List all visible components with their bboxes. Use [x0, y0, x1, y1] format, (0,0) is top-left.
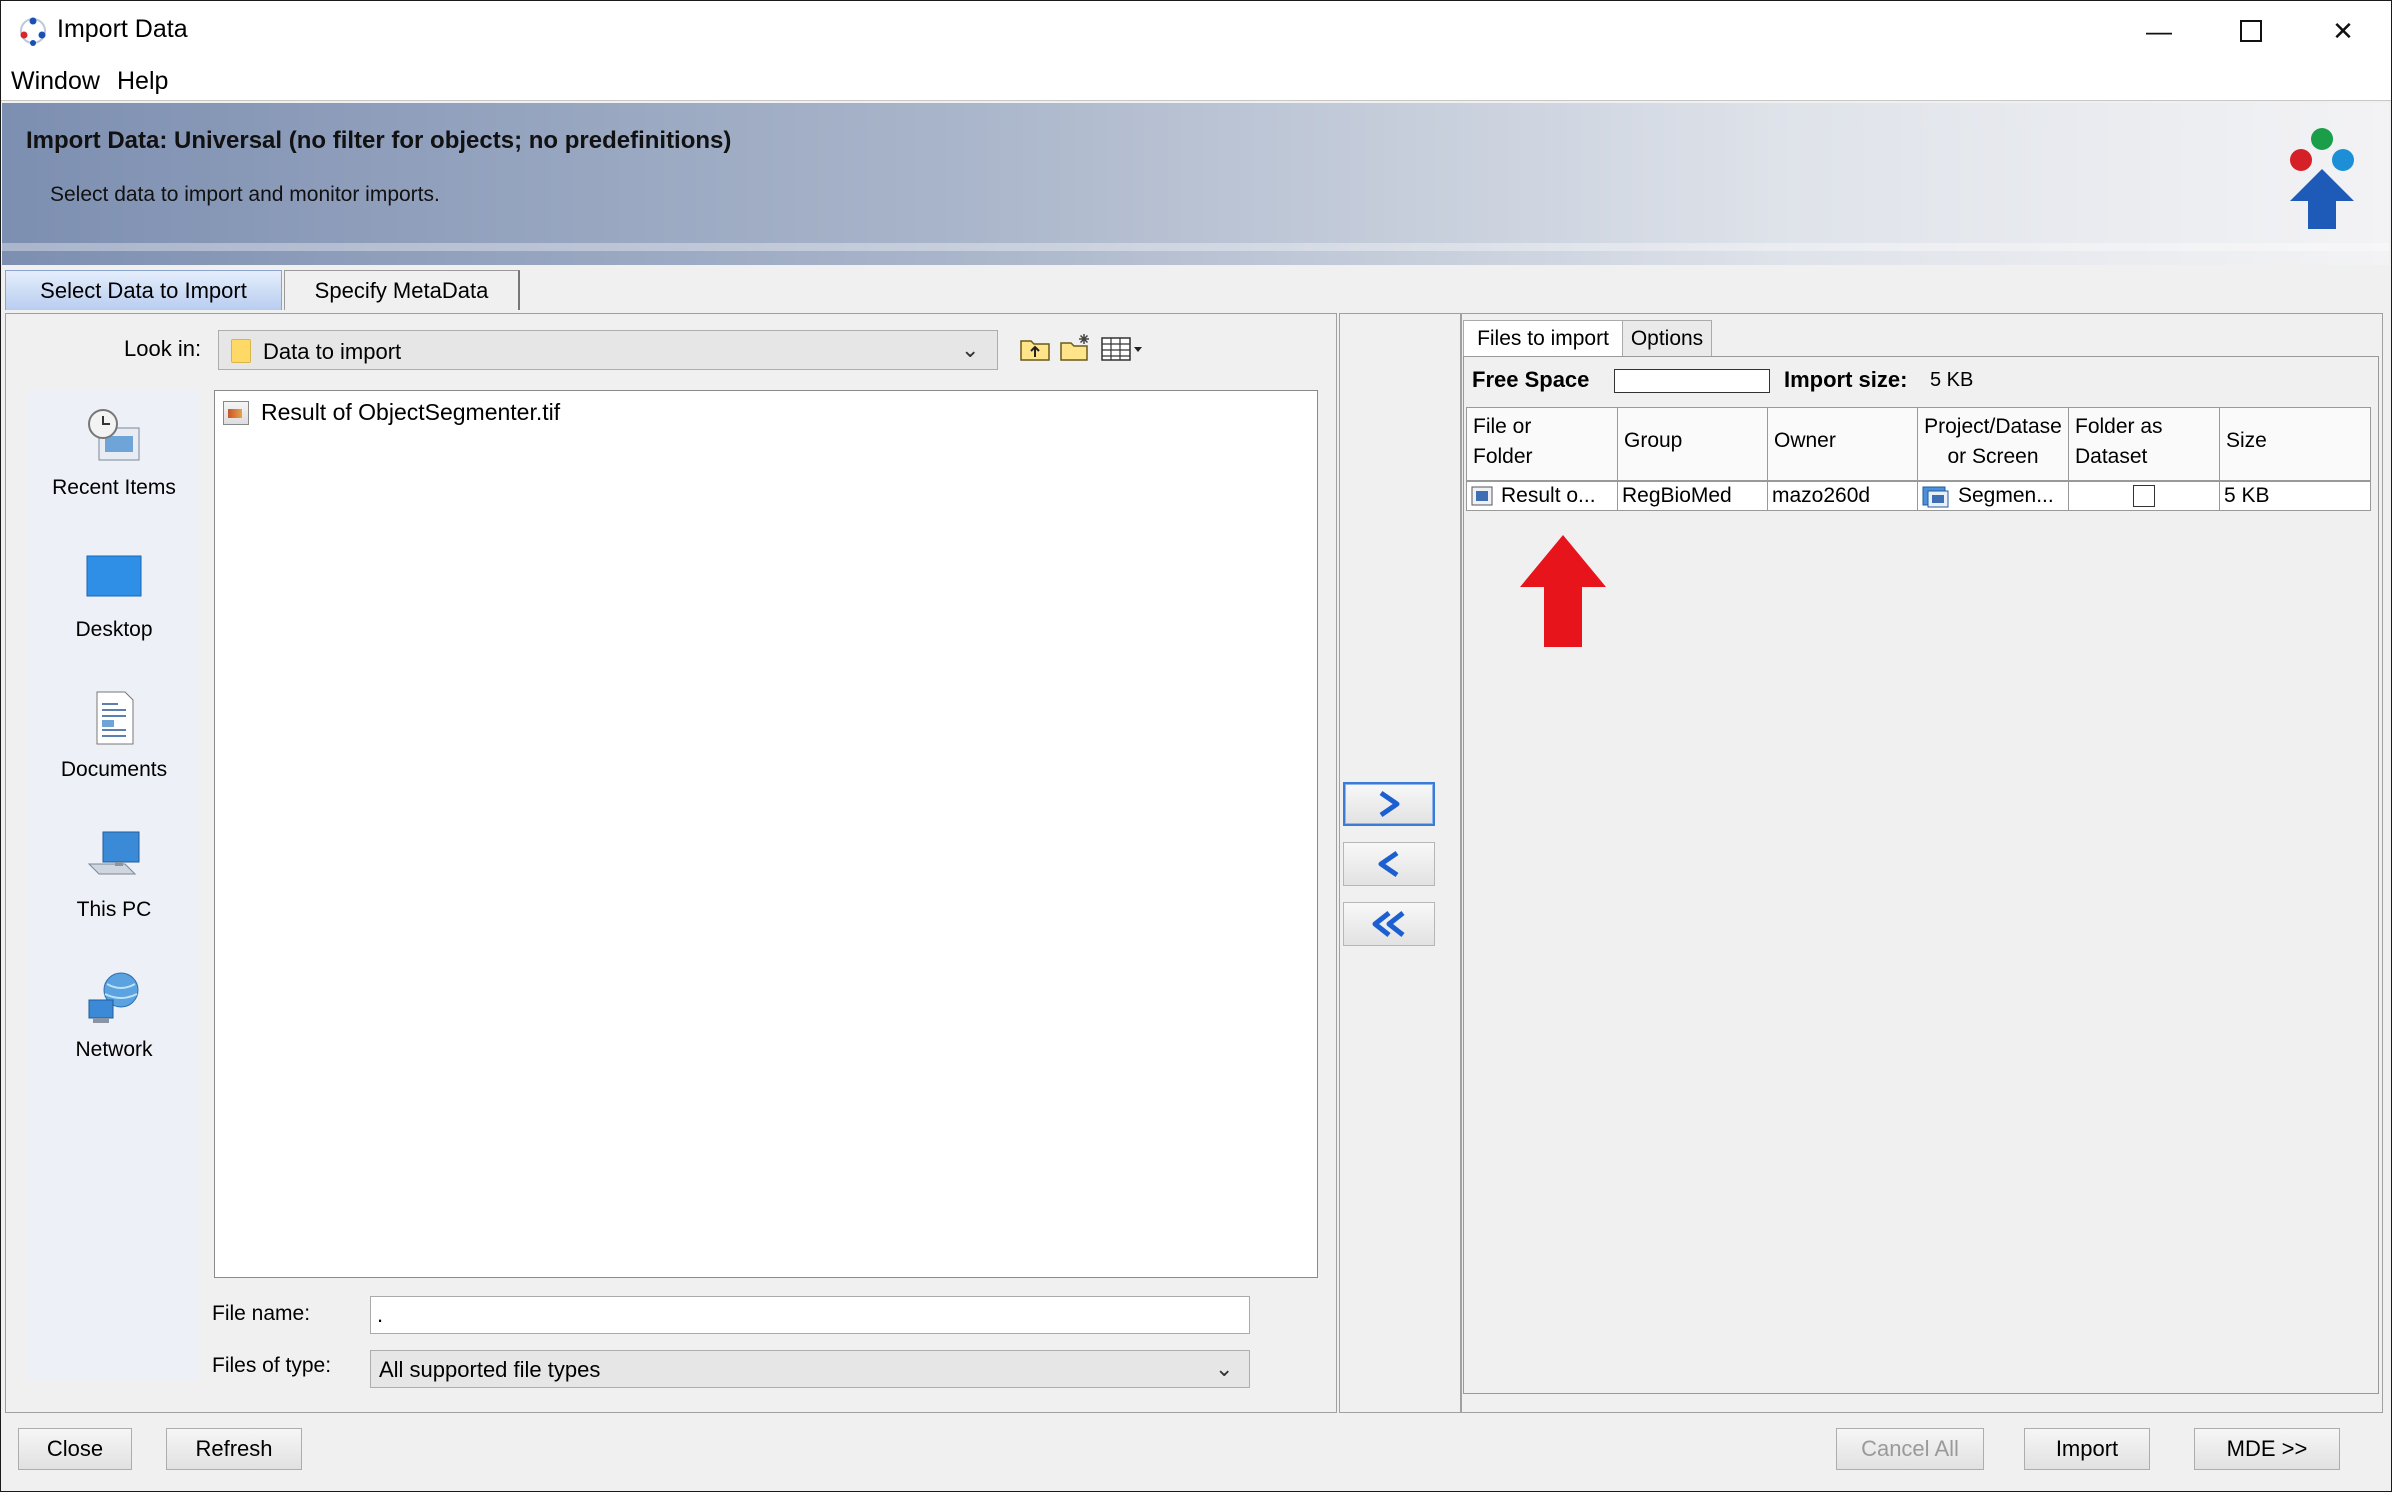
image-file-icon: [223, 400, 249, 425]
place-label: Recent Items: [52, 476, 176, 499]
column-header-text: File or: [1473, 415, 1532, 438]
file-name: Result of ObjectSegmenter.tif: [261, 399, 561, 425]
banner-subtitle: Select data to import and monitor import…: [50, 183, 440, 206]
file-list[interactable]: Result of ObjectSegmenter.tif: [214, 390, 1318, 1278]
import-table: File or Folder Group Owner Project/Datas…: [1466, 407, 2374, 1393]
network-icon: [88, 972, 139, 1023]
table-cell-group[interactable]: RegBioMed: [1617, 481, 1768, 511]
column-header-size[interactable]: Size: [2219, 407, 2371, 481]
free-space-bar: [1614, 369, 1770, 393]
tab-specify-metadata[interactable]: Specify MetaData: [284, 270, 520, 310]
file-list-item[interactable]: Result of ObjectSegmenter.tif: [223, 399, 560, 426]
new-folder-icon[interactable]: [1058, 332, 1092, 364]
tab-files-to-import[interactable]: Files to import: [1463, 320, 1623, 356]
column-header-file[interactable]: File or Folder: [1466, 407, 1618, 481]
table-cell-project[interactable]: Segmen...: [1917, 481, 2069, 511]
double-arrow-left-icon: [1372, 911, 1405, 937]
view-menu-icon[interactable]: [1100, 332, 1144, 364]
title-bar: Import Data — ✕: [0, 0, 2392, 61]
import-button[interactable]: Import: [2024, 1428, 2150, 1470]
arrow-right-icon: [1379, 790, 1400, 818]
place-recent-items[interactable]: Recent Items: [28, 408, 200, 500]
column-header-text: or Screen: [1947, 445, 2039, 468]
column-header-group[interactable]: Group: [1617, 407, 1768, 481]
import-size-value: 5 KB: [1930, 369, 1974, 391]
table-cell-size[interactable]: 5 KB: [2219, 481, 2371, 511]
banner-title: Import Data: Universal (no filter for ob…: [26, 127, 732, 154]
file-type-label: Files of type:: [212, 1354, 332, 1377]
places-sidebar: Recent Items Desktop Documents This PC N…: [28, 390, 200, 1380]
file-type-value: All supported file types: [379, 1357, 601, 1382]
folder-icon: [231, 339, 251, 363]
look-in-dropdown[interactable]: Data to import ⌄: [218, 330, 998, 370]
file-name-input[interactable]: [370, 1296, 1250, 1334]
app-logo-icon: [20, 17, 46, 46]
dataset-icon: [1922, 486, 1949, 508]
chevron-down-icon: ⌄: [961, 337, 980, 362]
maximize-button[interactable]: [2221, 11, 2281, 51]
tab-select-data[interactable]: Select Data to Import: [5, 270, 282, 310]
remove-all-button[interactable]: [1343, 902, 1435, 946]
look-in-label: Look in:: [124, 336, 202, 361]
table-cell-file[interactable]: Result o...: [1466, 481, 1618, 511]
column-header-owner[interactable]: Owner: [1767, 407, 1918, 481]
file-type-dropdown[interactable]: All supported file types ⌄: [370, 1350, 1250, 1388]
cell-text: Segmen...: [1958, 484, 2054, 507]
place-label: This PC: [76, 898, 152, 921]
close-button[interactable]: Close: [18, 1428, 132, 1470]
column-header-text: Folder as: [2075, 415, 2163, 438]
place-label: Documents: [60, 758, 168, 781]
menu-window[interactable]: Window: [11, 67, 100, 96]
column-header-text: Folder: [1473, 445, 1533, 468]
tab-options[interactable]: Options: [1622, 320, 1712, 356]
computer-icon: [87, 831, 140, 875]
mde-button[interactable]: MDE >>: [2194, 1428, 2340, 1470]
banner-strip: [2, 243, 2389, 251]
minimize-icon: —: [2146, 15, 2172, 46]
refresh-button[interactable]: Refresh: [166, 1428, 302, 1470]
close-window-button[interactable]: ✕: [2313, 11, 2373, 51]
arrow-left-icon: [1378, 850, 1399, 878]
table-cell-folder-as-dataset: [2068, 481, 2220, 511]
place-label: Desktop: [75, 618, 153, 641]
chevron-down-icon: ⌄: [1215, 1356, 1234, 1381]
place-documents[interactable]: Documents: [28, 690, 200, 782]
image-file-icon: [1471, 486, 1493, 506]
folder-as-dataset-checkbox[interactable]: [2133, 485, 2155, 507]
cancel-all-button[interactable]: Cancel All: [1836, 1428, 1984, 1470]
add-to-queue-button[interactable]: [1343, 782, 1435, 826]
header-banner: Import Data: Universal (no filter for ob…: [2, 103, 2389, 265]
up-folder-icon[interactable]: [1018, 332, 1052, 364]
place-this-pc[interactable]: This PC: [28, 830, 200, 922]
file-chooser-panel: Look in: Data to import ⌄ Recent Items D…: [5, 313, 1337, 1413]
place-desktop[interactable]: Desktop: [28, 550, 200, 642]
recent-items-icon: [88, 409, 140, 461]
cell-text: Result o...: [1501, 484, 1596, 507]
minimize-button[interactable]: —: [2129, 11, 2189, 51]
menu-bar: Window Help: [0, 61, 2392, 101]
file-name-label: File name:: [212, 1302, 311, 1325]
import-logo-icon: [2290, 128, 2354, 229]
column-header-project[interactable]: Project/Datase or Screen: [1917, 407, 2069, 481]
column-header-text: Dataset: [2075, 445, 2148, 468]
table-cell-owner[interactable]: mazo260d: [1767, 481, 1918, 511]
menu-help[interactable]: Help: [117, 67, 168, 96]
column-header-text: Project/Datase: [1924, 415, 2062, 438]
maximize-icon: [2240, 20, 2262, 42]
place-label: Network: [75, 1038, 153, 1061]
desktop-icon: [86, 555, 142, 597]
column-header-folder-as-dataset[interactable]: Folder as Dataset: [2068, 407, 2220, 481]
import-queue-panel: Files to import Options Free Space Impor…: [1461, 313, 2383, 1413]
look-in-value: Data to import: [263, 339, 402, 364]
documents-icon: [96, 691, 134, 745]
window-title: Import Data: [57, 15, 188, 43]
transfer-buttons-panel: [1339, 313, 1461, 1413]
annotation-arrow-icon: [1520, 535, 1606, 647]
remove-from-queue-button[interactable]: [1343, 842, 1435, 886]
close-icon: ✕: [2332, 15, 2354, 46]
files-to-import-pane: Free Space Import size: 5 KB File or Fol…: [1463, 356, 2379, 1394]
free-space-label: Free Space: [1472, 367, 1590, 392]
place-network[interactable]: Network: [28, 970, 200, 1062]
import-size-label: Import size:: [1784, 367, 1908, 392]
